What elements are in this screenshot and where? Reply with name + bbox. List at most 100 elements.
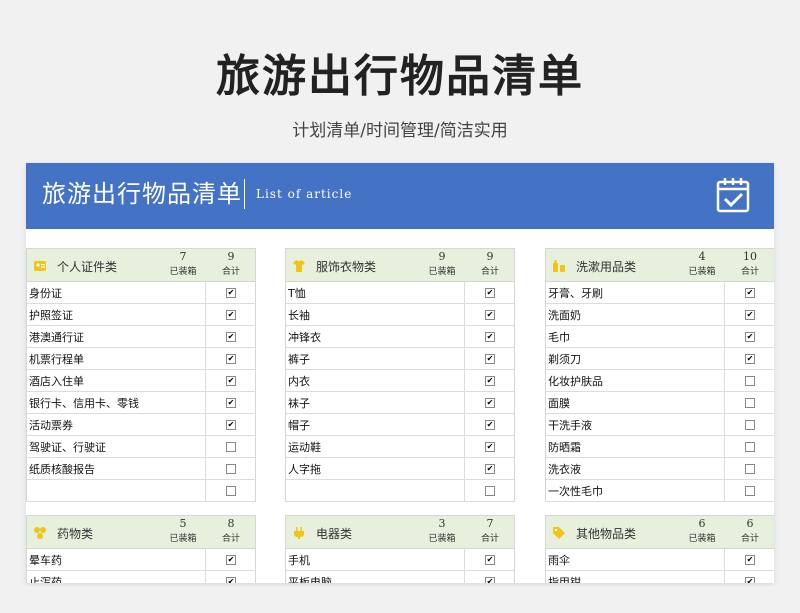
- unchecked-checkbox[interactable]: [226, 486, 236, 496]
- packed-count-value: 4: [698, 250, 706, 263]
- checkbox-cell: ✔: [464, 392, 515, 413]
- total-count: 9 合计: [470, 250, 510, 277]
- unchecked-checkbox[interactable]: [226, 464, 236, 474]
- checked-checkbox[interactable]: ✔: [485, 464, 495, 474]
- item-label: 内衣: [288, 375, 310, 388]
- checked-checkbox[interactable]: ✔: [745, 288, 755, 298]
- total-count-label: 合计: [221, 267, 240, 277]
- packed-count-label: 已装箱: [169, 267, 197, 277]
- toiletries-icon: [552, 258, 566, 272]
- checkbox-cell: [724, 370, 774, 391]
- category-header: 其他物品类 6 已装箱 6 合计: [546, 516, 774, 549]
- item-label: 身份证: [29, 287, 62, 300]
- unchecked-checkbox[interactable]: [226, 442, 236, 452]
- tag-icon: [552, 525, 566, 539]
- packed-count-value: 9: [438, 250, 446, 263]
- category-header: 洗漱用品类 4 已装箱 10 合计: [546, 249, 774, 282]
- plug-icon: [292, 525, 306, 539]
- unchecked-checkbox[interactable]: [745, 486, 755, 496]
- category-panel: 药物类 5 已装箱 8 合计 晕车药 ✔ 止泻药 ✔: [26, 515, 256, 583]
- item-label: 毛巾: [548, 331, 570, 344]
- checked-checkbox[interactable]: ✔: [745, 310, 755, 320]
- checkbox-cell: ✔: [724, 304, 774, 325]
- checked-checkbox[interactable]: ✔: [226, 332, 236, 342]
- item-label: 晕车药: [29, 554, 62, 567]
- packed-count-label: 已装箱: [169, 534, 197, 544]
- checked-checkbox[interactable]: ✔: [485, 376, 495, 386]
- checklist-sheet: 旅游出行物品清单 List of article 个人证件类 7 已装箱 9 合计 身份证…: [26, 163, 774, 583]
- checked-checkbox[interactable]: ✔: [745, 577, 755, 583]
- checked-checkbox[interactable]: ✔: [485, 442, 495, 452]
- checkbox-cell: ✔: [464, 458, 515, 479]
- unchecked-checkbox[interactable]: [745, 464, 755, 474]
- checked-checkbox[interactable]: ✔: [226, 310, 236, 320]
- checkbox-cell: ✔: [464, 370, 515, 391]
- item-label: 止泻药: [29, 576, 62, 583]
- checkbox-cell: ✔: [205, 282, 256, 303]
- list-item: 护照签证 ✔: [27, 304, 255, 326]
- list-item: 毛巾 ✔: [546, 326, 774, 348]
- checkbox-cell: [724, 414, 774, 435]
- list-item: [286, 480, 514, 502]
- checked-checkbox[interactable]: ✔: [226, 398, 236, 408]
- unchecked-checkbox[interactable]: [745, 420, 755, 430]
- item-label: 机票行程单: [29, 353, 84, 366]
- list-item: 港澳通行证 ✔: [27, 326, 255, 348]
- checked-checkbox[interactable]: ✔: [485, 332, 495, 342]
- unchecked-checkbox[interactable]: [745, 376, 755, 386]
- item-label: 指甲钳: [548, 576, 581, 583]
- category-name: 洗漱用品类: [576, 260, 637, 274]
- packed-count-value: 7: [179, 250, 187, 263]
- medicine-icon: [33, 525, 47, 539]
- list-item: 身份证 ✔: [27, 282, 255, 304]
- item-label: 银行卡、信用卡、零钱: [29, 397, 139, 410]
- list-item: 袜子 ✔: [286, 392, 514, 414]
- checked-checkbox[interactable]: ✔: [485, 398, 495, 408]
- checked-checkbox[interactable]: ✔: [226, 288, 236, 298]
- unchecked-checkbox[interactable]: [745, 442, 755, 452]
- list-item: 干洗手液: [546, 414, 774, 436]
- unchecked-checkbox[interactable]: [485, 486, 495, 496]
- checkbox-cell: ✔: [464, 436, 515, 457]
- checked-checkbox[interactable]: ✔: [745, 332, 755, 342]
- checked-checkbox[interactable]: ✔: [226, 376, 236, 386]
- checkbox-cell: ✔: [724, 282, 774, 303]
- unchecked-checkbox[interactable]: [745, 398, 755, 408]
- category-panel: 洗漱用品类 4 已装箱 10 合计 牙膏、牙刷 ✔ 洗面奶 ✔ 毛巾 ✔ 剃须刀 ✔ 化妆护肤品 面膜 干洗手…: [545, 248, 774, 502]
- category-panel: 服饰衣物类 9 已装箱 9 合计 T恤 ✔ 长袖 ✔ 冲锋衣 ✔ 裤子 ✔ 内衣 ✔ 袜子 ✔ 帽子 ✔ 运动鞋 ✔ 人字…: [285, 248, 515, 502]
- checked-checkbox[interactable]: ✔: [226, 354, 236, 364]
- checked-checkbox[interactable]: ✔: [226, 555, 236, 565]
- checked-checkbox[interactable]: ✔: [485, 354, 495, 364]
- banner-title: 旅游出行物品清单: [42, 179, 245, 209]
- checked-checkbox[interactable]: ✔: [485, 420, 495, 430]
- total-count: 10 合计: [730, 250, 770, 277]
- item-label: 长袖: [288, 309, 310, 322]
- checked-checkbox[interactable]: ✔: [745, 354, 755, 364]
- category-header: 服饰衣物类 9 已装箱 9 合计: [286, 249, 514, 282]
- page-title: 旅游出行物品清单: [216, 51, 584, 102]
- category-panel: 电器类 3 已装箱 7 合计 手机 ✔ 平板电脑 ✔: [285, 515, 515, 583]
- checkbox-cell: ✔: [724, 348, 774, 369]
- packed-count: 6 已装箱: [682, 517, 722, 544]
- checkbox-cell: ✔: [464, 414, 515, 435]
- list-item: [27, 480, 255, 502]
- category-panel: 个人证件类 7 已装箱 9 合计 身份证 ✔ 护照签证 ✔ 港澳通行证 ✔ 机票行程单 ✔ 酒店入住单 ✔ 银…: [26, 248, 256, 502]
- checked-checkbox[interactable]: ✔: [485, 288, 495, 298]
- list-item: 指甲钳 ✔: [546, 571, 774, 583]
- checkbox-cell: ✔: [464, 326, 515, 347]
- item-label: 运动鞋: [288, 441, 321, 454]
- checked-checkbox[interactable]: ✔: [226, 420, 236, 430]
- checkbox-cell: [205, 458, 256, 479]
- checkbox-cell: ✔: [205, 348, 256, 369]
- id-card-icon: [33, 258, 47, 272]
- checked-checkbox[interactable]: ✔: [226, 577, 236, 583]
- list-item: 活动票券 ✔: [27, 414, 255, 436]
- list-item: 长袖 ✔: [286, 304, 514, 326]
- checked-checkbox[interactable]: ✔: [485, 310, 495, 320]
- total-count-value: 7: [486, 517, 494, 530]
- checked-checkbox[interactable]: ✔: [485, 577, 495, 583]
- checked-checkbox[interactable]: ✔: [485, 555, 495, 565]
- checkbox-cell: [205, 480, 256, 501]
- item-label: 牙膏、牙刷: [548, 287, 603, 300]
- checked-checkbox[interactable]: ✔: [745, 555, 755, 565]
